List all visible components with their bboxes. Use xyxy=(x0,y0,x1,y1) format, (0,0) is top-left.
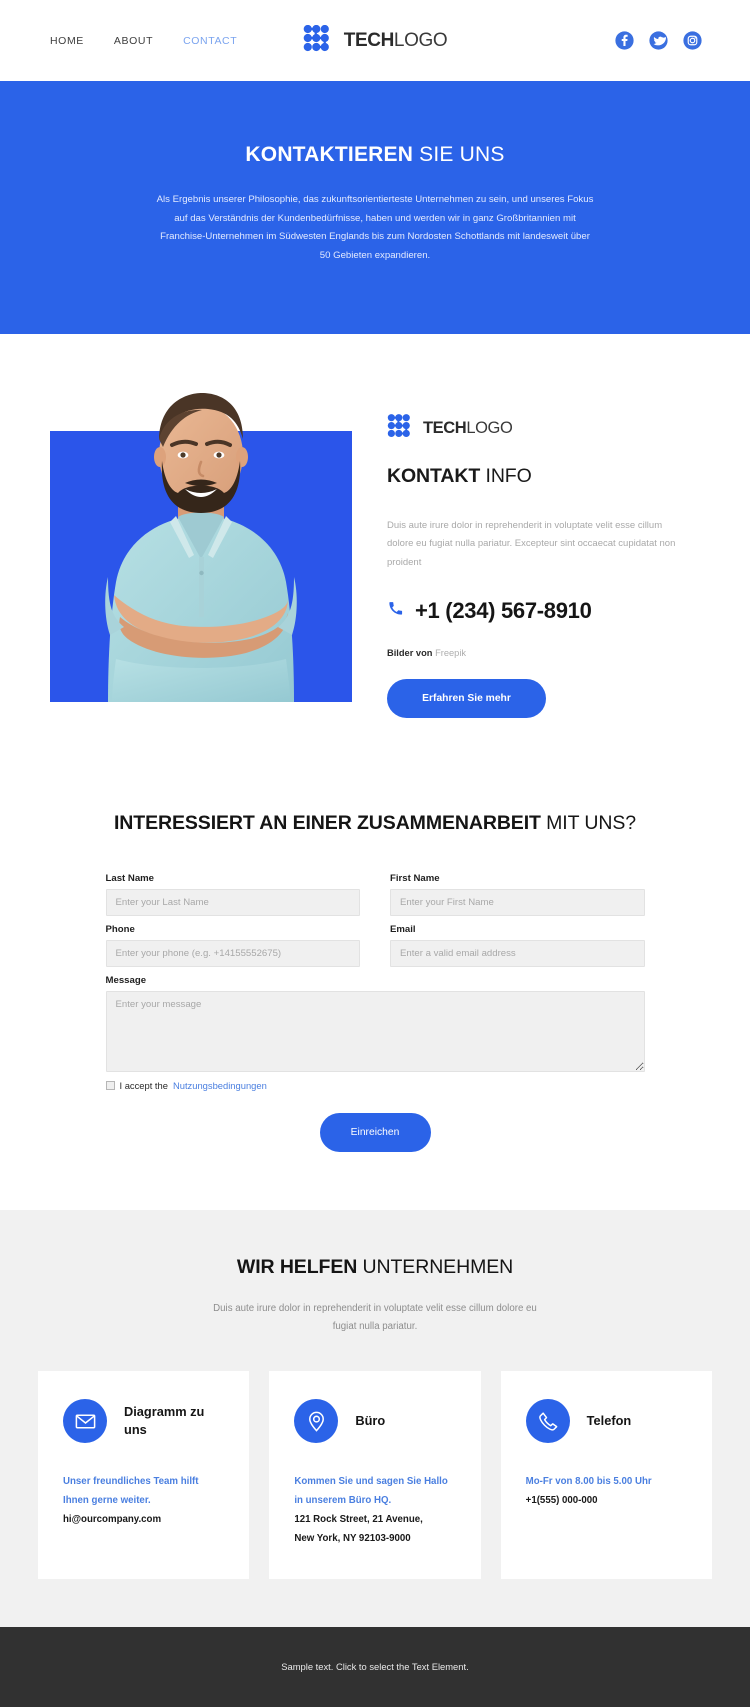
last-name-label: Last Name xyxy=(105,873,155,885)
card-detail-1: 121 Rock Street, 21 Avenue, xyxy=(294,1514,423,1526)
help-card-office[interactable]: Büro Kommen Sie und sagen Sie Hallo in u… xyxy=(269,1371,481,1579)
first-name-label: First Name xyxy=(390,873,440,885)
brand-logo[interactable]: TECHLOGO xyxy=(303,24,448,57)
credit-source[interactable]: Freepik xyxy=(435,648,466,658)
info-brand-wordmark: TECHLOGO xyxy=(423,418,513,438)
instagram-icon[interactable] xyxy=(683,31,702,50)
nav-item-contact[interactable]: CONTACT xyxy=(183,35,237,47)
portrait-figure xyxy=(50,377,352,702)
email-input[interactable] xyxy=(390,940,645,968)
phone-field: Phone xyxy=(105,924,360,968)
card-header: Diagramm zu uns xyxy=(63,1399,224,1444)
terms-accept-row: I accept the Nutzungsbedingungen xyxy=(105,1080,645,1092)
email-label: Email xyxy=(390,924,416,936)
hero-section: KONTAKTIEREN SIE UNS Als Ergebnis unsere… xyxy=(0,81,750,334)
hero-title-bold: KONTAKTIEREN xyxy=(245,143,414,166)
site-footer: Sample text. Click to select the Text El… xyxy=(0,1626,750,1707)
tech-dots-logo-icon xyxy=(303,24,335,57)
card-title: Büro xyxy=(355,1412,386,1428)
help-section: WIR HELFEN UNTERNEHMEN Duis aute irure d… xyxy=(0,1210,750,1627)
tech-dots-logo-icon xyxy=(387,413,415,443)
submit-button[interactable]: Einreichen xyxy=(319,1113,431,1153)
brand-bold: TECH xyxy=(343,29,395,51)
first-name-input[interactable] xyxy=(390,889,645,917)
map-pin-icon xyxy=(294,1399,339,1444)
card-header: Telefon xyxy=(525,1399,687,1444)
phone-number: +1 (234) 567-8910 xyxy=(415,598,592,624)
last-name-field: Last Name xyxy=(105,873,360,917)
email-field: Email xyxy=(390,924,645,968)
credit-label: Bilder von xyxy=(387,648,433,659)
phone-icon xyxy=(387,599,406,623)
card-detail-1: hi@ourcompany.com xyxy=(63,1514,162,1526)
info-brand-light: LOGO xyxy=(466,418,513,437)
phone-row[interactable]: +1 (234) 567-8910 xyxy=(387,598,700,624)
message-label: Message xyxy=(105,975,147,987)
form-title-light: MIT UNS? xyxy=(540,812,637,835)
card-highlight: Kommen Sie und sagen Sie Hallo in unsere… xyxy=(294,1476,448,1507)
contact-info-column: TECHLOGO KONTAKT INFO Duis aute irure do… xyxy=(352,374,700,719)
image-credit: Bilder von Freepik xyxy=(387,648,700,658)
card-highlight: Mo-Fr von 8.00 bis 5.00 Uhr xyxy=(525,1476,652,1488)
social-links xyxy=(615,31,702,50)
card-title: Diagramm zu uns xyxy=(124,1403,205,1438)
nav-item-about[interactable]: ABOUT xyxy=(114,35,153,47)
help-cards: Diagramm zu uns Unser freundliches Team … xyxy=(0,1371,750,1579)
info-brand-bold: TECH xyxy=(423,418,467,437)
info-title: KONTAKT INFO xyxy=(387,465,700,488)
help-card-email[interactable]: Diagramm zu uns Unser freundliches Team … xyxy=(38,1371,250,1579)
nav-item-home[interactable]: HOME xyxy=(50,35,84,47)
twitter-icon[interactable] xyxy=(649,31,668,50)
contact-info-section: TECHLOGO KONTAKT INFO Duis aute irure do… xyxy=(0,333,750,771)
submit-row: Einreichen xyxy=(106,1113,645,1153)
envelope-icon xyxy=(63,1399,107,1444)
message-textarea[interactable] xyxy=(105,991,645,1073)
card-detail-2: New York, NY 92103-9000 xyxy=(294,1532,411,1544)
hero-title-light: SIE UNS xyxy=(413,143,505,166)
message-field: Message xyxy=(105,975,645,1073)
phone-input[interactable] xyxy=(105,940,360,968)
contact-form: Last Name First Name Phone Email Message xyxy=(105,873,645,1153)
help-card-phone[interactable]: Telefon Mo-Fr von 8.00 bis 5.00 Uhr +1(5… xyxy=(500,1371,712,1579)
brand-light: LOGO xyxy=(393,29,448,51)
info-title-light: INFO xyxy=(480,464,532,487)
last-name-input[interactable] xyxy=(105,889,360,917)
contact-form-section: INTERESSIERT AN EINER ZUSAMMENARBEIT MIT… xyxy=(0,770,750,1211)
help-title: WIR HELFEN UNTERNEHMEN xyxy=(0,1256,750,1279)
phone-label: Phone xyxy=(105,924,135,936)
accept-terms-checkbox[interactable] xyxy=(105,1081,115,1091)
help-subtitle: Duis aute irure dolor in reprehenderit i… xyxy=(213,1303,537,1333)
main-navigation: HOME ABOUT CONTACT xyxy=(50,35,237,47)
form-title-bold: INTERESSIERT AN EINER ZUSAMMENARBEIT xyxy=(113,812,541,835)
site-header: HOME ABOUT CONTACT TECHLOGO xyxy=(0,0,750,81)
terms-link[interactable]: Nutzungsbedingungen xyxy=(173,1080,267,1091)
card-header: Büro xyxy=(294,1399,455,1444)
footer-text[interactable]: Sample text. Click to select the Text El… xyxy=(281,1661,468,1672)
brand-wordmark: TECHLOGO xyxy=(343,29,448,52)
help-title-bold: WIR HELFEN xyxy=(236,1256,358,1279)
card-highlight: Unser freundliches Team hilft Ihnen gern… xyxy=(63,1476,199,1507)
info-brand-logo: TECHLOGO xyxy=(387,413,700,443)
first-name-field: First Name xyxy=(390,873,645,917)
phone-handset-icon xyxy=(525,1399,570,1444)
info-description: Duis aute irure dolor in reprehenderit i… xyxy=(387,519,676,568)
contact-field-row: Phone Email xyxy=(105,924,645,975)
info-title-bold: KONTAKT xyxy=(387,464,481,487)
hero-title: KONTAKTIEREN SIE UNS xyxy=(0,143,750,167)
learn-more-button[interactable]: Erfahren Sie mehr xyxy=(387,679,546,719)
accept-terms-label: I accept the xyxy=(119,1080,168,1092)
name-field-row: Last Name First Name xyxy=(105,873,645,924)
facebook-icon[interactable] xyxy=(615,31,634,50)
card-title: Telefon xyxy=(586,1412,632,1428)
portrait-image xyxy=(105,392,297,702)
card-detail-1: +1(555) 000-000 xyxy=(525,1495,598,1507)
hero-paragraph: Als Ergebnis unserer Philosophie, das zu… xyxy=(156,194,594,262)
form-title: INTERESSIERT AN EINER ZUSAMMENARBEIT MIT… xyxy=(0,812,750,835)
help-title-light: UNTERNEHMEN xyxy=(357,1256,514,1279)
